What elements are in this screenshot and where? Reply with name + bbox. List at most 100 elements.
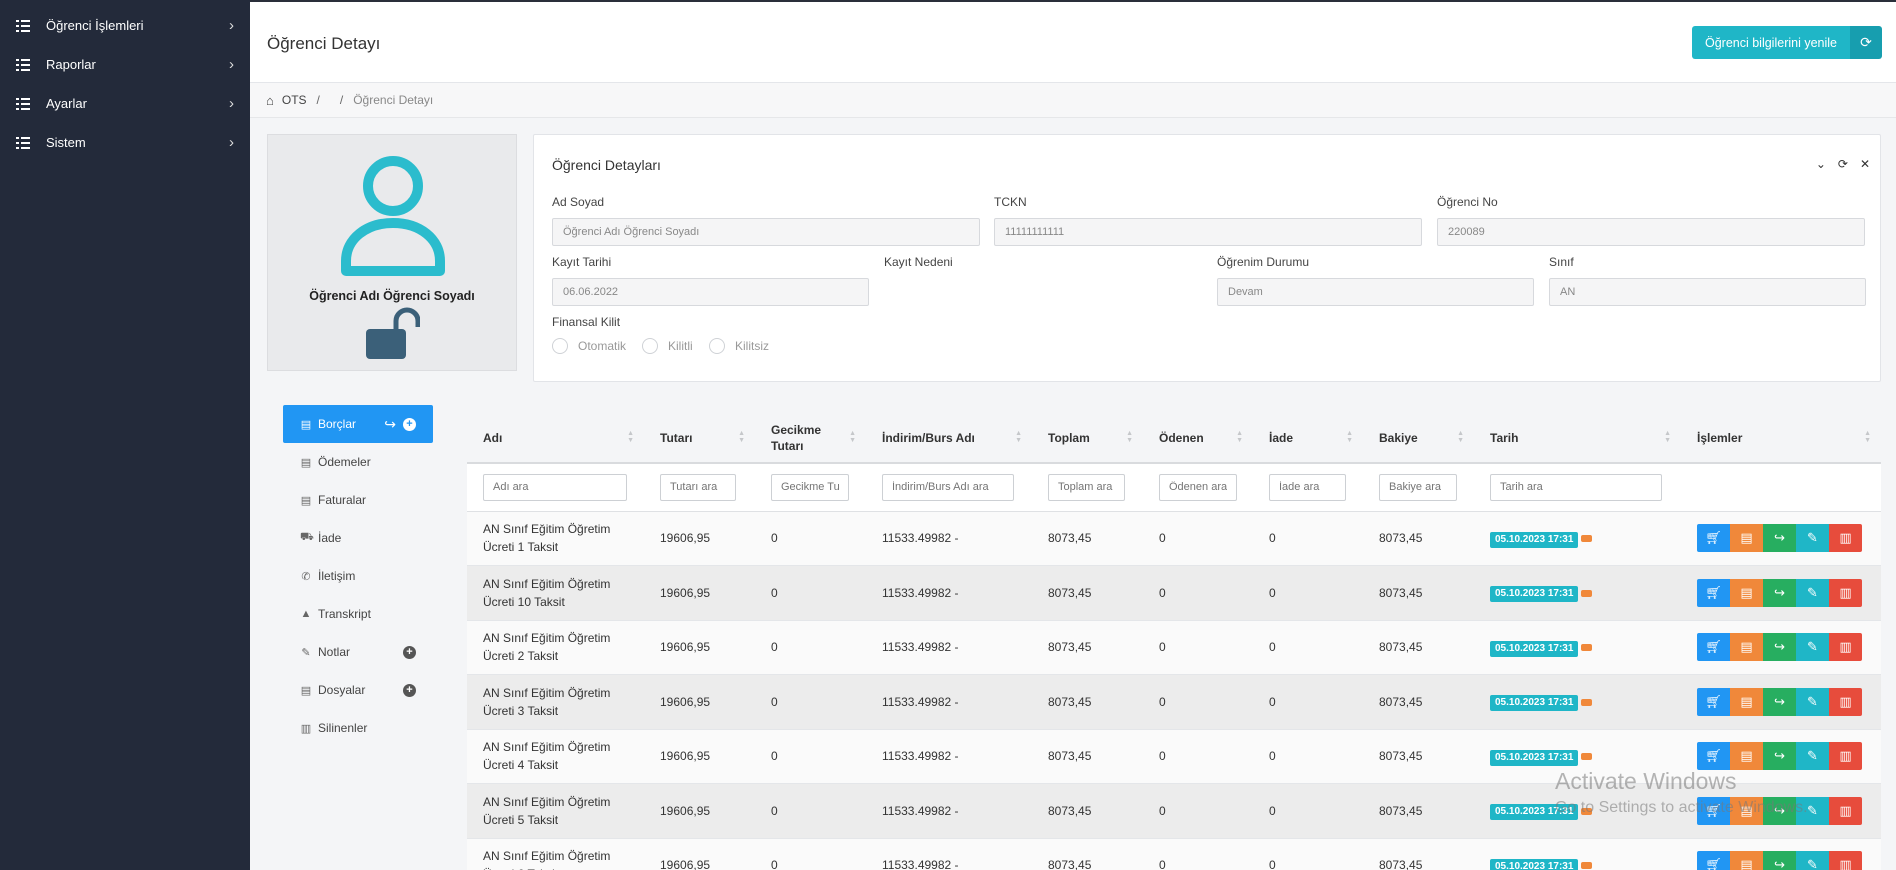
- column-header[interactable]: İade ▲ ▼: [1253, 413, 1363, 464]
- filter-input-odenen[interactable]: [1159, 473, 1237, 501]
- filter-input-adi[interactable]: [483, 473, 627, 501]
- cart-icon[interactable]: 🛒︎: [1697, 524, 1730, 553]
- sort-icon[interactable]: ▲ ▼: [1236, 430, 1243, 444]
- cart-icon[interactable]: 🛒︎: [1697, 633, 1730, 662]
- sort-icon[interactable]: ▲ ▼: [1015, 430, 1022, 444]
- share-icon[interactable]: ↪: [1763, 524, 1796, 553]
- cart-icon[interactable]: 🛒︎: [1697, 796, 1730, 825]
- tab-iletisim[interactable]: ✆ İletişim: [283, 557, 433, 595]
- trash-icon[interactable]: ▥: [1829, 796, 1862, 825]
- sort-icon[interactable]: ▲ ▼: [1126, 430, 1133, 444]
- share-icon[interactable]: ↪: [1763, 633, 1796, 662]
- radio-kilitsiz[interactable]: Kilitsiz: [709, 338, 769, 354]
- tab-odemeler[interactable]: ▤ Ödemeler: [283, 443, 433, 481]
- cart-icon[interactable]: 🛒︎: [1697, 687, 1730, 716]
- document-icon[interactable]: ▤: [1730, 578, 1763, 607]
- sidebar-item-sistem[interactable]: Sistem ›: [0, 123, 250, 162]
- tab-borclar[interactable]: ▤ Borçlar ↪ +: [283, 405, 433, 443]
- collapse-icon[interactable]: ⌄: [1816, 157, 1826, 171]
- sinif-field[interactable]: AN: [1549, 278, 1866, 306]
- edit-icon[interactable]: ✎: [1796, 524, 1829, 553]
- cart-icon[interactable]: 🛒︎: [1697, 851, 1730, 870]
- column-header[interactable]: Tarih ▲ ▼: [1474, 413, 1681, 464]
- filter-input-tarih[interactable]: [1490, 473, 1662, 501]
- column-header[interactable]: Gecikme Tutarı ▲ ▼: [755, 413, 866, 464]
- refresh-student-button[interactable]: Öğrenci bilgilerini yenile ⟳: [1691, 26, 1882, 59]
- tckn-field[interactable]: 11111111111: [994, 218, 1422, 246]
- status-flag: [1581, 862, 1593, 870]
- cart-icon[interactable]: 🛒︎: [1697, 578, 1730, 607]
- share-icon[interactable]: ↪: [1763, 742, 1796, 771]
- tab-transkript[interactable]: ▲ Transkript: [283, 595, 433, 633]
- cart-icon[interactable]: 🛒︎: [1697, 742, 1730, 771]
- sort-icon[interactable]: ▲ ▼: [849, 430, 856, 444]
- ad-soyad-field[interactable]: Öğrenci Adı Öğrenci Soyadı: [552, 218, 980, 246]
- filter-input-gecikme[interactable]: [771, 473, 849, 501]
- tab-dosyalar[interactable]: ▤ Dosyalar +: [283, 671, 433, 709]
- share-icon[interactable]: ↪: [1763, 578, 1796, 607]
- share-icon[interactable]: ↪: [1763, 851, 1796, 870]
- edit-icon[interactable]: ✎: [1796, 633, 1829, 662]
- share-icon[interactable]: ↪: [1763, 687, 1796, 716]
- document-icon[interactable]: ▤: [1730, 633, 1763, 662]
- trash-icon[interactable]: ▥: [1829, 687, 1862, 716]
- kayit-tarihi-field[interactable]: 06.06.2022: [552, 278, 869, 306]
- tab-faturalar[interactable]: ▤ Faturalar: [283, 481, 433, 519]
- breadcrumb-root[interactable]: OTS: [282, 93, 307, 107]
- close-icon[interactable]: ✕: [1860, 157, 1870, 171]
- tab-silinenler[interactable]: ▥ Silinenler: [283, 709, 433, 747]
- sort-icon[interactable]: ▲ ▼: [738, 430, 745, 444]
- sort-icon[interactable]: ▲ ▼: [627, 430, 634, 444]
- trash-icon[interactable]: ▥: [1829, 524, 1862, 553]
- home-icon[interactable]: ⌂: [266, 93, 274, 108]
- filter-input-bakiye[interactable]: [1379, 473, 1457, 501]
- cell-name: AN Sınıf Eğitim Öğretim Ücreti 5 Taksit: [467, 783, 644, 839]
- radio-kilitli[interactable]: Kilitli: [642, 338, 693, 354]
- filter-input-iade[interactable]: [1269, 473, 1346, 501]
- sidebar-item-raporlar[interactable]: Raporlar ›: [0, 45, 250, 84]
- trash-icon[interactable]: ▥: [1829, 851, 1862, 870]
- add-circle-icon[interactable]: +: [403, 417, 416, 431]
- column-header[interactable]: Toplam ▲ ▼: [1032, 413, 1143, 464]
- tab-notlar[interactable]: ✎ Notlar +: [283, 633, 433, 671]
- trash-icon[interactable]: ▥: [1829, 633, 1862, 662]
- column-header[interactable]: İşlemler ▲ ▼: [1681, 413, 1881, 464]
- add-circle-icon[interactable]: +: [403, 645, 416, 659]
- edit-icon[interactable]: ✎: [1796, 578, 1829, 607]
- radio-label: Otomatik: [578, 339, 627, 353]
- radio-otomatik[interactable]: Otomatik: [552, 338, 626, 354]
- filter-input-indirim[interactable]: [882, 473, 1014, 501]
- edit-icon[interactable]: ✎: [1796, 796, 1829, 825]
- filter-input-tutari[interactable]: [660, 473, 736, 501]
- sort-icon[interactable]: ▲ ▼: [1864, 430, 1871, 444]
- column-header[interactable]: Ödenen ▲ ▼: [1143, 413, 1253, 464]
- add-circle-icon[interactable]: +: [403, 683, 416, 697]
- sidebar-item-ayarlar[interactable]: Ayarlar ›: [0, 84, 250, 123]
- document-icon[interactable]: ▤: [1730, 687, 1763, 716]
- filter-input-toplam[interactable]: [1048, 473, 1125, 501]
- ogrenci-no-field[interactable]: 220089: [1437, 218, 1865, 246]
- edit-icon[interactable]: ✎: [1796, 851, 1829, 870]
- trash-icon[interactable]: ▥: [1829, 578, 1862, 607]
- column-header[interactable]: Adı ▲ ▼: [467, 413, 644, 464]
- reload-icon[interactable]: ⟳: [1838, 157, 1848, 171]
- sort-icon[interactable]: ▲ ▼: [1664, 430, 1671, 444]
- sidebar-item-ogrenci-islemleri[interactable]: Öğrenci İşlemleri ›: [0, 6, 250, 45]
- column-header[interactable]: Tutarı ▲ ▼: [644, 413, 755, 464]
- document-icon[interactable]: ▤: [1730, 742, 1763, 771]
- trash-icon[interactable]: ▥: [1829, 742, 1862, 771]
- document-icon[interactable]: ▤: [1730, 524, 1763, 553]
- edit-icon[interactable]: ✎: [1796, 687, 1829, 716]
- share-icon[interactable]: ↪: [1763, 796, 1796, 825]
- sort-icon[interactable]: ▲ ▼: [1346, 430, 1353, 444]
- ogrenim-durumu-field[interactable]: Devam: [1217, 278, 1534, 306]
- edit-icon[interactable]: ✎: [1796, 742, 1829, 771]
- document-icon[interactable]: ▤: [1730, 796, 1763, 825]
- sort-icon[interactable]: ▲ ▼: [1457, 430, 1464, 444]
- column-header[interactable]: İndirim/Burs Adı ▲ ▼: [866, 413, 1032, 464]
- share-icon[interactable]: ↪: [384, 416, 396, 433]
- document-icon[interactable]: ▤: [1730, 851, 1763, 870]
- unlock-icon[interactable]: [366, 307, 420, 361]
- column-header[interactable]: Bakiye ▲ ▼: [1363, 413, 1474, 464]
- tab-iade[interactable]: ⛟ İade: [283, 519, 433, 557]
